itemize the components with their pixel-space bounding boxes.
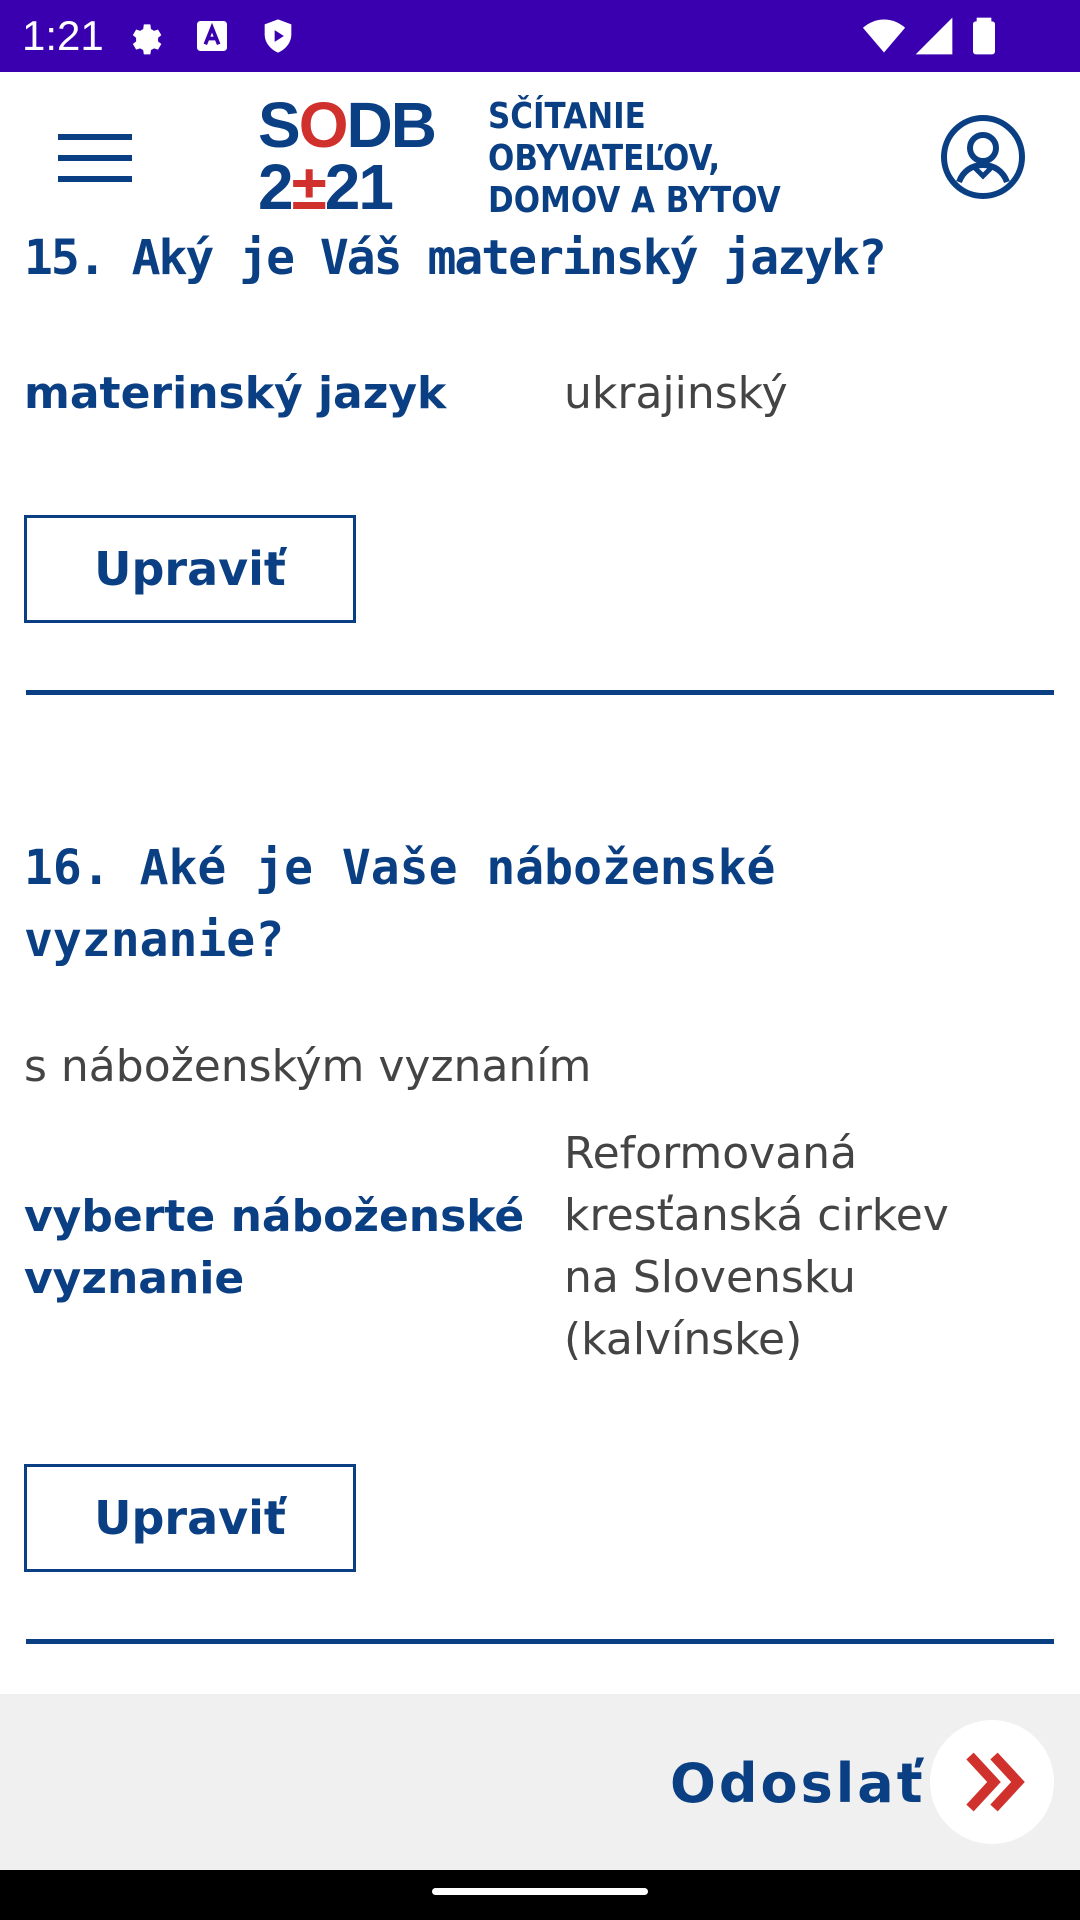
logo-text: SČÍTANIE OBYVATEĽOV, DOMOV A BYTOV — [488, 96, 781, 222]
q15-value: ukrajinský — [564, 368, 788, 419]
q16-label-line-2: vyznanie — [24, 1253, 245, 1304]
divider — [26, 690, 1054, 695]
hamburger-menu-icon[interactable] — [58, 134, 132, 182]
q16-value: Reformovaná kresťanská cirkev na Slovens… — [564, 1123, 949, 1371]
q15-label: materinský jazyk — [24, 368, 447, 419]
signal-icon — [915, 17, 953, 55]
gear-icon — [132, 24, 162, 55]
wifi-icon — [862, 19, 906, 53]
logo-mark-bottom: 2±21 — [258, 151, 394, 223]
logo-line-1: SČÍTANIE — [488, 96, 646, 137]
submit-button[interactable] — [930, 1720, 1054, 1844]
home-gesture-handle[interactable] — [432, 1888, 648, 1895]
question-15-title: 15. Aký je Váš materinský jazyk? — [24, 230, 887, 286]
q16-value-line-3: na Slovensku — [564, 1252, 856, 1303]
sodb-logo: SODB 2±21 SČÍTANIE OBYVATEĽOV, DOMOV A B… — [258, 89, 828, 224]
logo-mark-top: SODB — [258, 89, 437, 161]
divider — [26, 1639, 1054, 1644]
shield-play-icon — [264, 19, 292, 53]
q16-value-line-2: kresťanská cirkev — [564, 1190, 949, 1241]
app-header: SODB 2±21 SČÍTANIE OBYVATEĽOV, DOMOV A B… — [0, 72, 1080, 232]
submit-button-label[interactable]: Odoslať — [670, 1752, 926, 1816]
q16-title-line-2: vyznanie? — [24, 912, 285, 968]
q16-value-line-1: Reformovaná — [564, 1128, 858, 1179]
logo-line-3: DOMOV A BYTOV — [488, 180, 781, 221]
text-a-icon — [197, 21, 227, 51]
user-profile-icon[interactable] — [938, 112, 1028, 202]
q16-subtitle: s náboženským vyznaním — [24, 1041, 592, 1092]
footer-bar: Odoslať — [0, 1694, 1080, 1870]
q16-value-line-4: (kalvínske) — [564, 1314, 803, 1365]
double-chevron-right-icon — [966, 1752, 1025, 1812]
status-bar: 1:21 — [0, 0, 1080, 72]
question-16-title: 16. Aké je Vaše náboženské vyznanie? — [24, 832, 775, 976]
system-nav-bar — [0, 1870, 1080, 1920]
battery-icon — [973, 17, 995, 55]
q16-edit-button[interactable]: Upraviť — [24, 1464, 356, 1572]
status-time: 1:21 — [22, 12, 104, 59]
logo-mark: SODB 2±21 — [258, 89, 437, 223]
logo-line-2: OBYVATEĽOV, — [488, 138, 721, 179]
q16-label-line-1: vyberte náboženské — [24, 1191, 525, 1242]
q15-edit-button[interactable]: Upraviť — [24, 515, 356, 623]
q16-title-line-1: 16. Aké je Vaše náboženské — [24, 840, 776, 896]
q16-label: vyberte náboženské vyznanie — [24, 1186, 524, 1310]
